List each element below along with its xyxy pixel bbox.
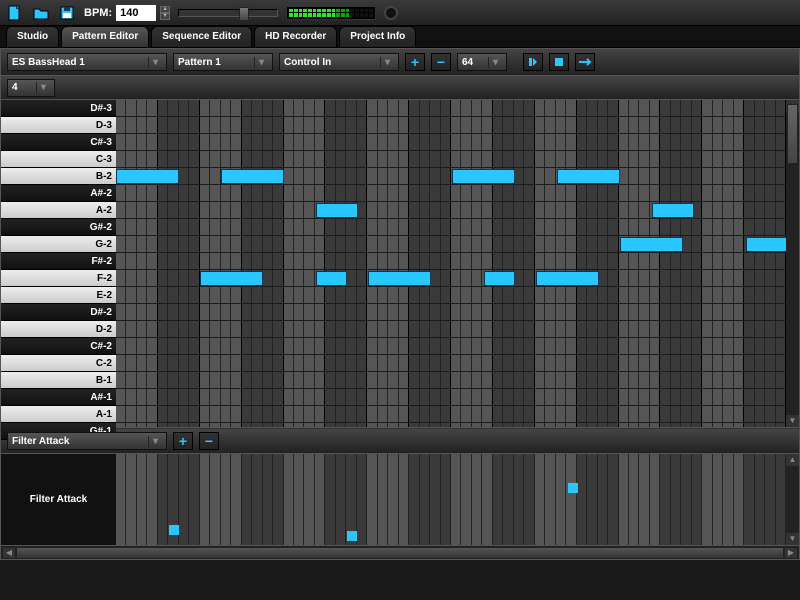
automation-point[interactable]: [347, 531, 357, 541]
tab-project-info[interactable]: Project Info: [339, 26, 416, 47]
zoom-bar: 4▾: [0, 76, 800, 100]
tab-studio[interactable]: Studio: [6, 26, 59, 47]
piano-key[interactable]: B-2: [1, 168, 116, 185]
midi-note[interactable]: [316, 271, 348, 286]
automation-vscroll[interactable]: ▲ ▼: [786, 454, 799, 545]
record-indicator[interactable]: [384, 6, 398, 20]
midi-note[interactable]: [316, 203, 358, 218]
piano-key[interactable]: C#-3: [1, 134, 116, 151]
piano-key[interactable]: D#-2: [1, 304, 116, 321]
piano-roll: D#-3D-3C#-3C-3B-2A#-2A-2G#-2G-2F#-2F-2E-…: [0, 100, 800, 428]
piano-key[interactable]: A#-1: [1, 389, 116, 406]
midi-note[interactable]: [620, 237, 683, 252]
note-grid[interactable]: [116, 100, 786, 427]
control-strip: ES BassHead 1▾ Pattern 1▾ Control In▾ + …: [0, 48, 800, 76]
piano-key[interactable]: C-2: [1, 355, 116, 372]
automation-bar: Filter Attack▾ + −: [0, 428, 800, 454]
automation-add-button[interactable]: +: [173, 432, 193, 450]
automation-grid[interactable]: [116, 454, 786, 545]
midi-note[interactable]: [221, 169, 284, 184]
piano-key[interactable]: A-2: [1, 202, 116, 219]
zoom-dropdown[interactable]: 4▾: [7, 79, 55, 97]
tab-pattern-editor[interactable]: Pattern Editor: [61, 26, 149, 47]
pattern-dropdown[interactable]: Pattern 1▾: [173, 53, 273, 71]
automation-param-value: Filter Attack: [12, 436, 69, 447]
piano-key[interactable]: A#-2: [1, 185, 116, 202]
piano-key[interactable]: C-3: [1, 151, 116, 168]
midi-note[interactable]: [200, 271, 263, 286]
zoom-value: 4: [12, 82, 18, 93]
piano-key[interactable]: G-2: [1, 236, 116, 253]
horizontal-scrollbar[interactable]: ◀ ▶: [0, 546, 800, 560]
save-file-icon[interactable]: [58, 4, 76, 22]
piano-key[interactable]: D-2: [1, 321, 116, 338]
open-file-icon[interactable]: [32, 4, 50, 22]
automation-remove-button[interactable]: −: [199, 432, 219, 450]
bpm-spinner[interactable]: ▲▼: [160, 6, 170, 20]
stop-button[interactable]: [549, 53, 569, 71]
piano-key[interactable]: B-1: [1, 372, 116, 389]
midi-note[interactable]: [536, 271, 599, 286]
loop-button[interactable]: [575, 53, 595, 71]
piano-key[interactable]: G#-2: [1, 219, 116, 236]
midi-note[interactable]: [116, 169, 179, 184]
volume-slider[interactable]: [178, 9, 278, 17]
play-button[interactable]: [523, 53, 543, 71]
automation-point[interactable]: [169, 525, 179, 535]
automation-param-dropdown[interactable]: Filter Attack▾: [7, 432, 167, 450]
piano-key[interactable]: A-1: [1, 406, 116, 423]
midi-note[interactable]: [557, 169, 620, 184]
bpm-input[interactable]: 140: [116, 5, 156, 21]
pattern-value: Pattern 1: [178, 57, 221, 68]
piano-key[interactable]: F#-2: [1, 253, 116, 270]
piano-key[interactable]: C#-2: [1, 338, 116, 355]
new-file-icon[interactable]: [6, 4, 24, 22]
instrument-dropdown[interactable]: ES BassHead 1▾: [7, 53, 167, 71]
tab-sequence-editor[interactable]: Sequence Editor: [151, 26, 252, 47]
bpm-group: BPM: 140 ▲▼: [84, 5, 170, 21]
piano-key[interactable]: D-3: [1, 117, 116, 134]
midi-dropdown[interactable]: Control In▾: [279, 53, 399, 71]
tab-bar: StudioPattern EditorSequence EditorHD Re…: [0, 26, 800, 48]
add-button[interactable]: +: [405, 53, 425, 71]
midi-value: Control In: [284, 57, 331, 68]
vu-meter: document.write(Array.from({length:18},(_…: [286, 6, 376, 20]
midi-note[interactable]: [368, 271, 431, 286]
vertical-scrollbar[interactable]: ▲ ▼: [786, 100, 799, 427]
piano-key[interactable]: F-2: [1, 270, 116, 287]
piano-keys[interactable]: D#-3D-3C#-3C-3B-2A#-2A-2G#-2G-2F#-2F-2E-…: [1, 100, 116, 427]
midi-note[interactable]: [452, 169, 515, 184]
automation-label: Filter Attack: [1, 454, 116, 545]
instrument-value: ES BassHead 1: [12, 57, 85, 68]
bpm-label: BPM:: [84, 7, 112, 19]
midi-note[interactable]: [746, 237, 786, 252]
automation-point[interactable]: [568, 483, 578, 493]
remove-button[interactable]: −: [431, 53, 451, 71]
steps-dropdown[interactable]: 64▾: [457, 53, 507, 71]
piano-key[interactable]: E-2: [1, 287, 116, 304]
top-toolbar: BPM: 140 ▲▼ document.write(Array.from({l…: [0, 0, 800, 26]
automation-lane: Filter Attack ▲ ▼: [0, 454, 800, 546]
midi-note[interactable]: [652, 203, 694, 218]
tab-hd-recorder[interactable]: HD Recorder: [254, 26, 337, 47]
steps-value: 64: [462, 57, 473, 68]
midi-note[interactable]: [484, 271, 516, 286]
piano-key[interactable]: D#-3: [1, 100, 116, 117]
